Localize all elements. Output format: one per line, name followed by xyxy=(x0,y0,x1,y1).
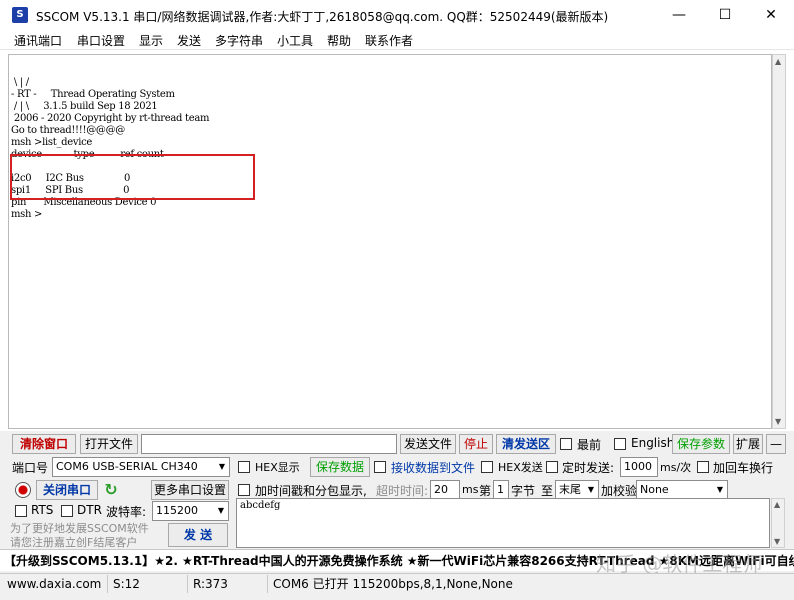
timeout-label: 超时时间: xyxy=(376,484,429,498)
send-scrollbar[interactable]: ▲ ▼ xyxy=(771,498,785,548)
chevron-down-icon: ▼ xyxy=(214,502,228,520)
timestamp-checkbox[interactable] xyxy=(238,484,250,496)
checksum-select[interactable]: None ▼ xyxy=(636,480,728,500)
tail-select[interactable]: 末尾 ▼ xyxy=(555,480,599,500)
receive-console[interactable]: \ | / - RT - Thread Operating System / |… xyxy=(8,54,772,429)
timeout-input[interactable]: 20 xyxy=(430,480,460,500)
window-title: SSCOM V5.13.1 串口/网络数据调试器,作者:大虾丁丁,2618058… xyxy=(36,10,609,24)
topmost-checkbox[interactable] xyxy=(560,438,572,450)
add-newline-checkbox[interactable] xyxy=(697,461,709,473)
topmost-label: 最前 xyxy=(577,438,602,452)
more-settings-button[interactable]: 更多串口设置 xyxy=(151,480,229,500)
ms-label: ms xyxy=(462,483,479,496)
console-line: msh >list_device xyxy=(11,137,93,148)
menu-bar: 通讯端口 串口设置 显示 发送 多字符串 小工具 帮助 联系作者 xyxy=(0,30,794,50)
dtr-label: DTR xyxy=(77,503,102,517)
scroll-up-icon[interactable]: ▲ xyxy=(775,57,781,66)
highlight-box xyxy=(10,154,255,200)
sent-count: S:12 xyxy=(110,575,188,593)
timestamp-label: 加时间戳和分包显示, xyxy=(255,484,367,498)
open-file-button[interactable]: 打开文件 xyxy=(80,434,138,454)
menu-contact-author[interactable]: 联系作者 xyxy=(365,32,413,49)
received-count: R:373 xyxy=(190,575,268,593)
nth-label: 第 xyxy=(479,484,492,498)
recv-to-file-checkbox[interactable] xyxy=(374,461,386,473)
chevron-down-icon: ▼ xyxy=(713,481,727,499)
console-scrollbar[interactable]: ▲ ▼ xyxy=(772,54,786,429)
port-select[interactable]: COM6 USB-SERIAL CH340 ▼ xyxy=(52,457,230,477)
website-link[interactable]: www.daxia.com xyxy=(4,575,108,593)
chevron-down-icon: ▼ xyxy=(584,481,598,499)
dtr-checkbox[interactable] xyxy=(61,505,73,517)
checksum-select-value: None xyxy=(640,483,669,496)
scroll-down-icon[interactable]: ▼ xyxy=(775,417,781,426)
close-button[interactable]: ✕ xyxy=(748,0,794,30)
recv-to-file-label: 接收数据到文件 xyxy=(391,461,476,475)
expand-button[interactable]: 扩展 xyxy=(733,434,763,454)
save-params-button[interactable]: 保存参数 xyxy=(672,434,730,454)
maximize-button[interactable]: ☐ xyxy=(702,0,748,30)
menu-display[interactable]: 显示 xyxy=(139,32,163,49)
bytes-label: 字节 xyxy=(511,484,536,498)
scroll-up-icon[interactable]: ▲ xyxy=(774,500,780,509)
refresh-icon[interactable]: ↻ xyxy=(102,481,120,499)
menu-tools[interactable]: 小工具 xyxy=(277,32,313,49)
hex-send-label: HEX发送 xyxy=(498,461,543,474)
save-data-button[interactable]: 保存数据 xyxy=(310,457,370,477)
menu-comm-port[interactable]: 通讯端口 xyxy=(14,32,62,49)
close-port-button[interactable]: 关闭串口 xyxy=(36,480,98,500)
status-bar: www.daxia.com S:12 R:373 COM6 已打开 115200… xyxy=(0,573,794,593)
menu-send[interactable]: 发送 xyxy=(177,32,201,49)
clear-window-button[interactable]: 清除窗口 xyxy=(12,434,76,454)
console-line: / | \ 3.1.5 build Sep 18 2021 xyxy=(11,101,158,112)
console-line: 2006 - 2020 Copyright by rt-thread team xyxy=(11,113,210,124)
timed-send-label: 定时发送: xyxy=(562,461,615,475)
rts-checkbox[interactable] xyxy=(15,505,27,517)
port-status-indicator xyxy=(15,482,31,498)
port-select-value: COM6 USB-SERIAL CH340 xyxy=(56,460,198,473)
send-textarea[interactable]: abcdefg xyxy=(236,498,770,548)
tail-select-value: 末尾 xyxy=(559,483,581,496)
console-line: - RT - Thread Operating System xyxy=(11,89,175,100)
chevron-down-icon: ▼ xyxy=(215,458,229,476)
collapse-button[interactable]: — xyxy=(766,434,786,454)
menu-multi-string[interactable]: 多字符串 xyxy=(215,32,263,49)
scroll-down-icon[interactable]: ▼ xyxy=(774,537,780,546)
port-label: 端口号 xyxy=(12,461,49,475)
checksum-label: 加校验 xyxy=(601,484,638,498)
baud-select-value: 115200 xyxy=(156,504,198,517)
interval-input[interactable]: 1000 xyxy=(620,457,658,477)
app-icon: S xyxy=(12,7,28,23)
baud-select[interactable]: 115200 ▼ xyxy=(152,501,229,521)
console-line: msh > xyxy=(11,209,43,220)
send-file-button[interactable]: 发送文件 xyxy=(400,434,456,454)
to-label: 至 xyxy=(541,484,554,498)
hex-display-checkbox[interactable] xyxy=(238,461,250,473)
minimize-button[interactable]: — xyxy=(656,0,702,30)
console-line: Go to thread!!!!@@@@ xyxy=(11,125,126,136)
console-line: \ | / xyxy=(11,77,29,88)
port-status-text: COM6 已打开 115200bps,8,1,None,None xyxy=(273,577,513,591)
file-path-input[interactable] xyxy=(141,434,397,454)
interval-unit: ms/次 xyxy=(660,461,692,474)
menu-help[interactable]: 帮助 xyxy=(327,32,351,49)
clear-send-button[interactable]: 清发送区 xyxy=(496,434,556,454)
byte-index-input[interactable]: 1 xyxy=(493,480,509,500)
send-button[interactable]: 发 送 xyxy=(168,523,228,547)
rts-label: RTS xyxy=(31,503,54,517)
hex-send-checkbox[interactable] xyxy=(481,461,493,473)
promo-text[interactable]: 为了更好地发展SSCOM软件 请您注册嘉立创F结尾客户 xyxy=(10,522,149,550)
english-checkbox[interactable] xyxy=(614,438,626,450)
baud-label: 波特率: xyxy=(106,505,147,519)
timed-send-checkbox[interactable] xyxy=(546,461,558,473)
add-newline-label: 加回车换行 xyxy=(713,461,774,475)
menu-serial-settings[interactable]: 串口设置 xyxy=(77,32,125,49)
english-label: English xyxy=(631,436,675,450)
hex-display-label: HEX显示 xyxy=(255,461,300,474)
title-bar: S SSCOM V5.13.1 串口/网络数据调试器,作者:大虾丁丁,26180… xyxy=(0,0,794,30)
stop-button[interactable]: 停止 xyxy=(459,434,493,454)
